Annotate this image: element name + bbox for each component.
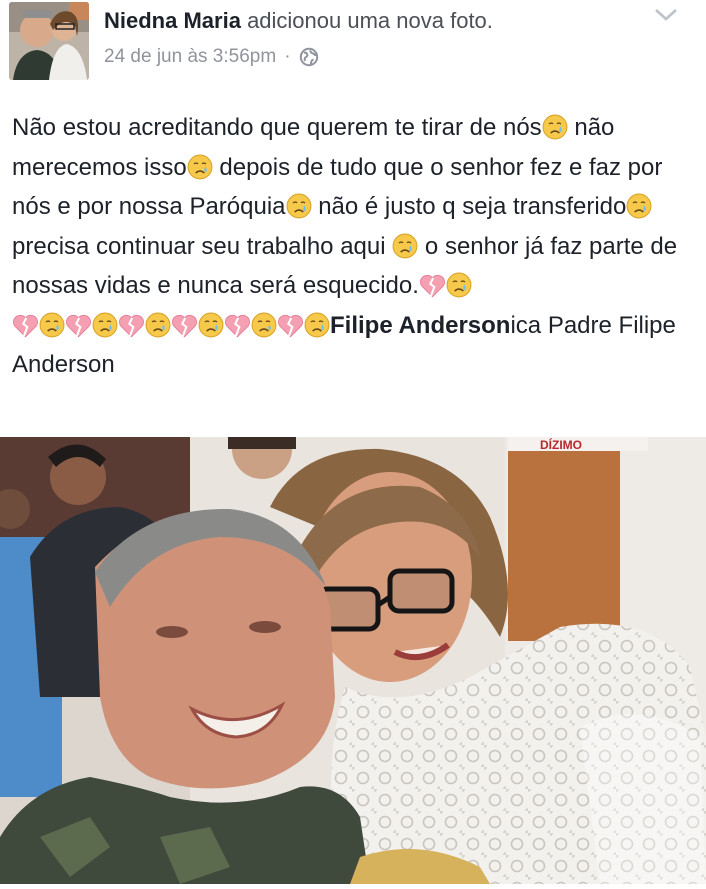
tagged-user-link[interactable]: Filipe Anderson [330,312,510,339]
meta-separator: · [284,46,291,67]
crying-face-icon [626,193,652,219]
post-photo[interactable]: DÍZIMO [0,419,706,884]
broken-heart-icon [171,313,198,338]
post-meta: 24 de jun às 3:56pm · [104,43,319,71]
crying-face-icon [92,312,118,338]
broken-heart-icon [419,273,446,298]
author-avatar[interactable] [9,2,89,80]
author-name[interactable]: Niedna Maria [104,8,241,33]
emoji-row [12,312,330,339]
crying-face-icon [304,312,330,338]
author-line: Niedna Maria adicionou uma nova foto. [104,6,493,36]
crying-face-icon [286,193,312,219]
broken-heart-icon [277,313,304,338]
globe-icon[interactable] [299,47,319,67]
crying-face-icon [39,312,65,338]
crying-face-icon [542,114,568,140]
post-header: Niedna Maria adicionou uma nova foto. 24… [0,0,706,90]
crying-face-icon [251,312,277,338]
photo-sign-text: DÍZIMO [540,437,582,452]
broken-heart-icon [224,313,251,338]
crying-face-icon [187,154,213,180]
broken-heart-icon [12,313,39,338]
post-action-text: adicionou uma nova foto. [247,8,493,33]
crying-face-icon [392,233,418,259]
avatar-image [9,2,89,80]
broken-heart-icon [65,313,92,338]
message-text: Não estou acreditando que querem te tira… [12,114,542,141]
crying-face-icon [145,312,171,338]
post-timestamp[interactable]: 24 de jun às 3:56pm [104,43,276,71]
crying-face-icon [198,312,224,338]
post-message: Não estou acreditando que querem te tira… [12,108,696,385]
crying-face-icon [446,272,472,298]
broken-heart-icon [118,313,145,338]
chevron-down-icon[interactable] [652,4,680,24]
message-text: precisa continuar seu trabalho aqui [12,232,386,260]
message-text: não é justo q seja transferido [318,193,627,220]
